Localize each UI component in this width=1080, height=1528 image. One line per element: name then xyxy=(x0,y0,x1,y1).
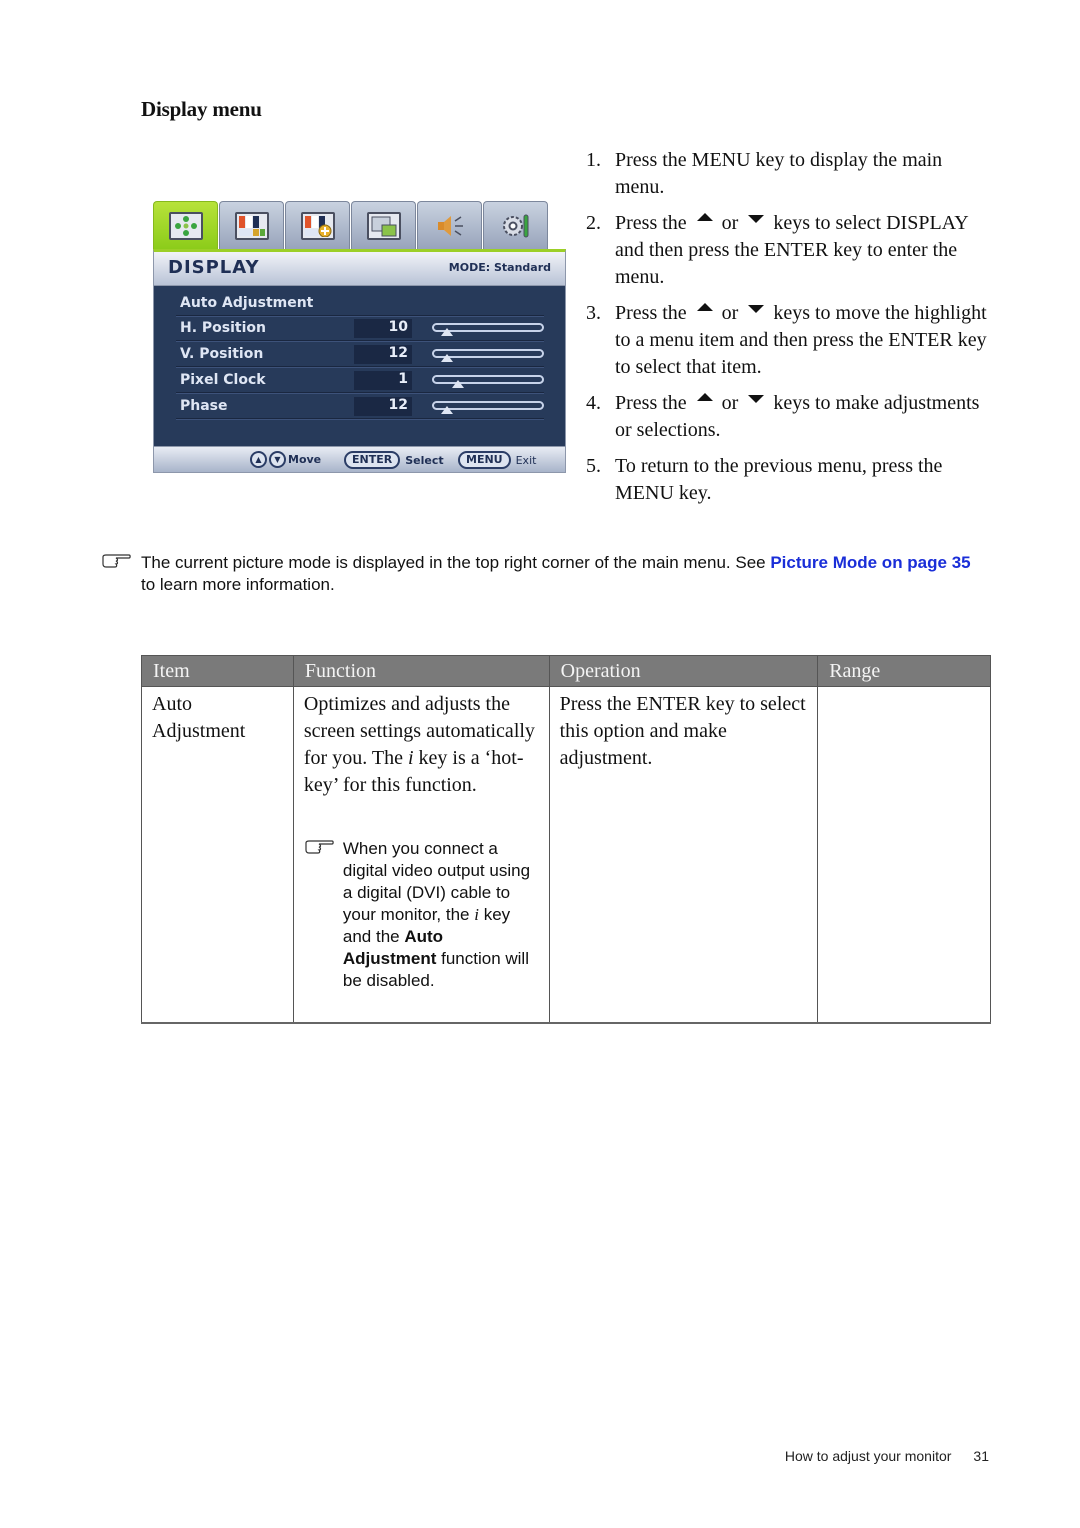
step-1: 1. Press the MENU key to display the mai… xyxy=(586,147,996,201)
osd-tab-audio xyxy=(417,201,482,249)
up-arrow-icon xyxy=(696,213,713,221)
header-operation: Operation xyxy=(548,655,819,687)
osd-slider-thumb xyxy=(451,380,464,388)
osd-item-value: 12 xyxy=(354,345,412,364)
header-range: Range xyxy=(817,655,991,687)
page-number: 31 xyxy=(973,1448,989,1464)
osd-tab-pip xyxy=(351,201,416,249)
table-header-row: Item Function Operation Range xyxy=(141,655,991,687)
cell-item: Auto Adjustment xyxy=(141,686,294,1024)
step-text: Press the xyxy=(615,302,687,324)
osd-item-label: H. Position xyxy=(180,320,266,336)
picture-icon xyxy=(234,211,269,240)
osd-footer-exit-label: Exit xyxy=(515,453,537,467)
header-item: Item xyxy=(141,655,294,687)
osd-footer-select-label: Select xyxy=(405,453,444,467)
enter-key-icon: ENTER xyxy=(344,451,401,469)
step-text: Press the xyxy=(615,212,687,234)
osd-display-menu-screenshot: DISPLAY MODE: Standard Auto Adjustment H… xyxy=(153,201,569,473)
osd-footer-move-label: Move xyxy=(288,453,322,466)
up-arrow-icon xyxy=(696,393,713,401)
cell-range xyxy=(817,686,991,1024)
osd-menu-list: Auto Adjustment H. Position 10 V. Positi… xyxy=(153,286,566,446)
picture-advanced-icon xyxy=(300,211,335,240)
osd-tabs xyxy=(153,201,549,249)
pip-icon xyxy=(366,211,401,240)
osd-slider xyxy=(432,375,544,388)
step-number: 4. xyxy=(586,392,601,414)
menu-key-icon: MENU xyxy=(458,451,511,469)
display-icon xyxy=(168,211,203,240)
section-title: Display menu xyxy=(141,97,262,121)
pointing-hand-icon xyxy=(305,840,334,854)
picture-mode-link[interactable]: Picture Mode on page 35 xyxy=(770,553,970,572)
down-arrow-icon xyxy=(748,215,765,223)
table-row: Auto Adjustment Optimizes and adjusts th… xyxy=(141,686,991,1024)
osd-footer-move: ▲ ▼ Move xyxy=(250,451,321,468)
page-footer: How to adjust your monitor 31 xyxy=(785,1448,989,1464)
instruction-steps: 1. Press the MENU key to display the mai… xyxy=(586,147,996,516)
osd-item-value: 12 xyxy=(354,397,412,416)
cell-operation: Press the ENTER key to select this optio… xyxy=(548,686,819,1024)
up-arrow-key-icon: ▲ xyxy=(250,451,267,468)
step-text: Press the xyxy=(615,392,687,414)
osd-item-label: Pixel Clock xyxy=(180,372,266,388)
osd-slider xyxy=(432,323,544,336)
display-settings-table: Item Function Operation Range Auto Adjus… xyxy=(141,655,991,1024)
step-text: Press the MENU key to display the main m… xyxy=(615,149,943,198)
osd-item-label: V. Position xyxy=(180,346,264,362)
osd-slider-thumb xyxy=(440,328,453,336)
step-number: 2. xyxy=(586,212,601,234)
step-text: or xyxy=(721,212,739,234)
osd-header: DISPLAY MODE: Standard xyxy=(153,249,566,286)
osd-footer-exit: MENU Exit xyxy=(458,451,536,469)
header-function: Function xyxy=(292,655,550,687)
step-2: 2. Press the or keys to select DISPLAY and… xyxy=(586,210,996,291)
up-arrow-icon xyxy=(696,303,713,311)
dvi-note: When you connect a digital video output … xyxy=(304,838,539,992)
down-arrow-key-icon: ▼ xyxy=(269,451,286,468)
osd-item-phase: Phase 12 xyxy=(176,395,544,419)
osd-footer: ▲ ▼ Move ENTER Select MENU Exit xyxy=(153,446,566,473)
note-picture-mode: The current picture mode is displayed in… xyxy=(101,552,981,596)
step-number: 1. xyxy=(586,149,601,171)
down-arrow-icon xyxy=(748,305,765,313)
step-5: 5. To return to the previous menu, press… xyxy=(586,453,996,507)
note-text-tail: to learn more information. xyxy=(141,575,335,594)
osd-item-value: 1 xyxy=(354,371,412,390)
step-number: 3. xyxy=(586,302,601,324)
audio-icon xyxy=(433,212,467,240)
step-text: or xyxy=(721,302,739,324)
osd-tab-display xyxy=(153,201,218,249)
osd-title: DISPLAY xyxy=(168,257,260,278)
step-text: To return to the previous menu, press th… xyxy=(615,455,943,504)
osd-tab-picture-advanced xyxy=(285,201,350,249)
step-3: 3. Press the or keys to move the highlight… xyxy=(586,300,996,381)
down-arrow-icon xyxy=(748,395,765,403)
osd-slider xyxy=(432,401,544,414)
osd-item-v-position: V. Position 12 xyxy=(176,343,544,367)
step-text: or xyxy=(721,392,739,414)
osd-tab-picture xyxy=(219,201,284,249)
osd-item-label: Auto Adjustment xyxy=(180,295,314,311)
osd-footer-select: ENTER Select xyxy=(344,451,444,469)
osd-tab-system xyxy=(483,201,548,249)
system-settings-icon xyxy=(499,212,533,240)
note-text: The current picture mode is displayed in… xyxy=(141,553,771,572)
osd-mode: MODE: Standard xyxy=(448,261,551,274)
footer-chapter: How to adjust your monitor xyxy=(784,1448,952,1464)
osd-item-value: 10 xyxy=(354,319,412,338)
osd-item-auto-adjustment: Auto Adjustment xyxy=(176,292,544,316)
step-4: 4. Press the or keys to make adjustments o… xyxy=(586,390,996,444)
pointing-hand-icon xyxy=(102,554,131,568)
osd-item-pixel-clock: Pixel Clock 1 xyxy=(176,369,544,393)
osd-item-h-position: H. Position 10 xyxy=(176,317,544,341)
osd-slider-thumb xyxy=(440,406,453,414)
step-number: 5. xyxy=(586,455,601,477)
osd-item-label: Phase xyxy=(180,398,228,414)
osd-slider xyxy=(432,349,544,362)
osd-slider-thumb xyxy=(440,354,453,362)
cell-function: Optimizes and adjusts the screen setting… xyxy=(292,686,550,1024)
